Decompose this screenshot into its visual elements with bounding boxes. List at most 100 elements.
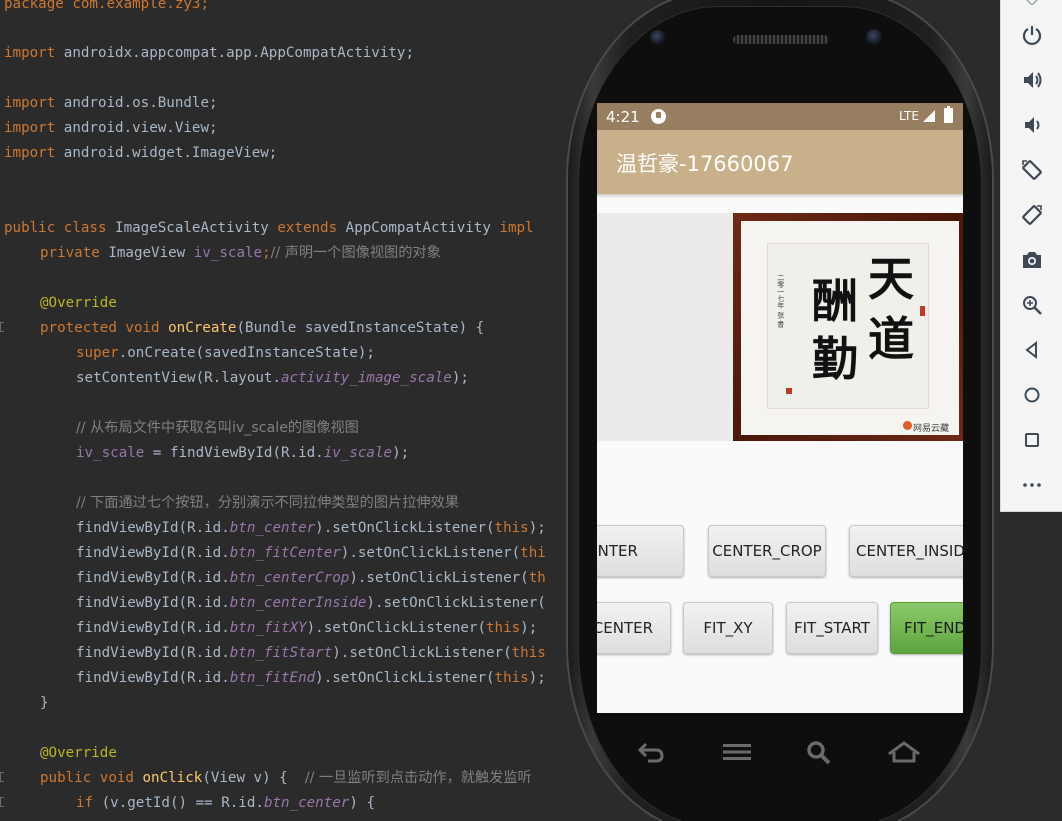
volume-up-icon[interactable] [1018,66,1046,94]
code-line: @Override [40,741,117,766]
code-token: AppCompatActivity [337,220,500,236]
code-field: btn_fitStart [229,645,333,661]
code-token: } [40,695,49,711]
earpiece-speaker [733,35,829,44]
code-line: import androidx.appcompat.app.AppCompatA… [4,41,414,66]
code-keyword: thi [520,545,546,561]
calligraphy-char: 酬 [812,274,858,328]
menu-icon[interactable] [721,742,753,762]
code-token: (View v) { [202,770,305,786]
code-token: ); [528,670,546,686]
rotate-left-icon[interactable] [1018,156,1046,184]
code-field: btn_centerInside [229,595,367,611]
code-line: findViewById(R.id.btn_centerInside).setO… [76,591,546,616]
center-button[interactable]: CENTER [597,602,671,654]
phone-emulator: 4:21 LTE 温哲豪-17660067 天 道 酬 勤 二零一七年 张 書 [566,0,994,821]
camera-icon[interactable] [1018,246,1046,274]
code-keyword: th [528,570,546,586]
code-token: ); [520,620,538,636]
calligraphy-paper: 天 道 酬 勤 二零一七年 张 書 [767,243,929,409]
code-comment: // 一旦监听到点击动作，就触发监听 [304,770,532,786]
code-token: package com.example.zy3; [4,0,209,12]
code-token: findViewById(R.id. [76,595,230,611]
code-line: findViewById(R.id.btn_fitEnd).setOnClick… [76,666,546,691]
code-line: private ImageView iv_scale;// 声明一个图像视图的对… [40,241,441,266]
seal-stamp [786,388,792,394]
code-keyword: extends [277,220,338,236]
back-icon[interactable] [1018,336,1046,364]
code-comment: // 从布局文件中获取名叫iv_scale的图像视图 [76,420,359,436]
code-keyword: import [4,120,56,136]
search-icon[interactable] [806,740,832,766]
code-line: import android.os.Bundle; [4,91,218,116]
code-keyword: import [4,145,56,161]
back-icon[interactable] [636,740,666,764]
rotate-right-icon[interactable] [1018,201,1046,229]
code-keyword: public class [4,220,107,236]
code-token: findViewById(R.id. [76,620,230,636]
calligraphy-char: 道 [868,312,914,366]
signal-icon [923,110,935,122]
fit-end-button[interactable]: FIT_END [890,602,963,654]
code-method: onCreate [168,320,237,336]
code-field: btn_centerCrop [229,570,350,586]
app-title: 温哲豪-17660067 [616,152,794,176]
code-keyword: private [40,245,100,261]
calligraphy-inscription: 二零一七年 张 書 [776,274,785,328]
fold-marker-icon[interactable] [0,772,4,782]
home-icon[interactable] [1018,381,1046,409]
code-line: if (v.getId() == R.id.btn_center) { [76,791,375,816]
camera-lens-icon [650,30,665,45]
picture-frame: 天 道 酬 勤 二零一七年 张 書 网易云藏 [733,213,963,441]
code-token: ).setOnClickListener( [340,545,521,561]
code-line: findViewById(R.id.btn_fitStart).setOnCli… [76,641,546,666]
fold-marker-icon[interactable] [0,797,4,807]
notification-icon [651,109,666,124]
fit-center-button[interactable]: FIT_CENTER [597,525,684,577]
code-field: btn_center [263,795,350,811]
code-token: ImageView [99,245,194,261]
battery-icon [944,106,953,123]
calligraphy-char: 天 [868,252,914,306]
power-icon[interactable] [1018,21,1046,49]
fit-xy-button[interactable]: FIT_XY [683,602,773,654]
code-keyword: this [486,620,521,636]
code-line: import android.view.View; [4,116,218,141]
code-line: findViewById(R.id.btn_fitCenter).setOnCl… [76,541,546,566]
close-icon[interactable] [1018,0,1046,22]
code-keyword: import [4,95,56,111]
code-token: .onCreate(savedInstanceState); [118,345,375,361]
code-token: = findViewById(R.id. [144,445,324,461]
code-line: package com.example.zy3; [4,0,209,17]
scale-image-view: 天 道 酬 勤 二零一七年 张 書 网易云藏 [597,213,963,441]
code-field: btn_center [229,520,316,536]
code-token: findViewById(R.id. [76,520,230,536]
zoom-icon[interactable] [1018,291,1046,319]
volume-down-icon[interactable] [1018,111,1046,139]
code-field: iv_scale [193,245,263,261]
overview-icon[interactable] [1018,426,1046,454]
code-keyword: this [494,520,529,536]
code-token: ; [262,245,271,261]
code-token: ) { [349,795,375,811]
fit-start-button[interactable]: FIT_START [786,602,878,654]
code-token: ).setOnClickListener( [315,520,495,536]
code-keyword: this [511,645,546,661]
more-icon[interactable] [1018,471,1046,499]
code-field: activity_image_scale [281,370,452,386]
status-time: 4:21 [606,108,640,126]
phone-screen[interactable]: 4:21 LTE 温哲豪-17660067 天 道 酬 勤 二零一七年 张 書 [597,103,963,713]
center-crop-button[interactable]: CENTER_CROP [708,525,826,577]
home-icon[interactable] [886,740,922,764]
code-annotation: @Override [40,295,117,311]
code-token: findViewById(R.id. [76,545,230,561]
code-token: android.os.Bundle; [55,95,218,111]
code-line: // 从布局文件中获取名叫iv_scale的图像视图 [76,416,359,441]
fold-marker-icon[interactable] [0,322,4,332]
code-keyword: protected void [40,320,160,336]
code-line: @Override [40,291,117,316]
center-inside-button[interactable]: CENTER_INSIDE [849,525,963,577]
code-line: public class ImageScaleActivity extends … [4,216,534,241]
